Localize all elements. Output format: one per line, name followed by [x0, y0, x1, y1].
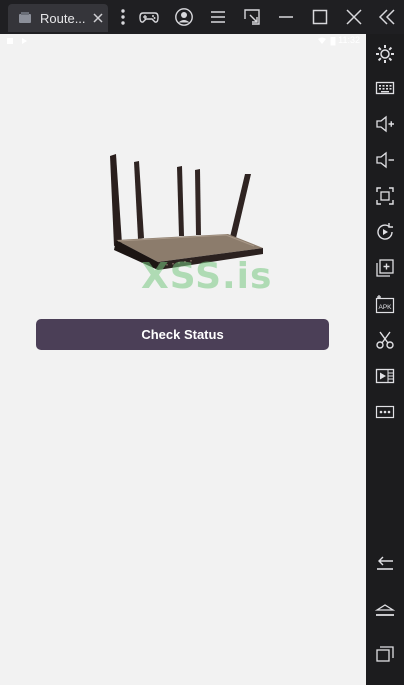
app-icon: [19, 12, 31, 23]
status-bar: 11:32: [0, 34, 366, 48]
play-notification-icon: [22, 38, 27, 44]
fullscreen-icon[interactable]: [375, 186, 395, 206]
wifi-icon: [318, 37, 326, 44]
android-screen: 11:32 XSS.is Check Status: [0, 34, 366, 685]
volume-down-icon[interactable]: [375, 150, 395, 170]
gamepad-icon[interactable]: [139, 7, 159, 27]
status-time: 11:32: [338, 35, 360, 45]
collapse-sidebar-icon[interactable]: [377, 7, 397, 27]
router-image: [110, 154, 263, 270]
video-icon[interactable]: [375, 366, 395, 386]
check-status-button[interactable]: Check Status: [36, 319, 329, 350]
volume-up-icon[interactable]: [375, 114, 395, 134]
recents-icon[interactable]: [375, 644, 395, 664]
apk-label: APK: [378, 304, 392, 311]
maximize-icon[interactable]: [310, 7, 330, 27]
battery-icon: [330, 37, 336, 46]
menu-icon[interactable]: [208, 7, 228, 27]
app-tab[interactable]: Route...: [8, 4, 108, 32]
home-icon[interactable]: [375, 600, 395, 620]
back-icon[interactable]: [375, 555, 395, 575]
close-window-icon[interactable]: [344, 7, 364, 27]
expand-icon[interactable]: [242, 7, 262, 27]
tab-title: Route...: [40, 11, 86, 26]
emulator-sidebar: APK: [366, 34, 404, 685]
more-icon[interactable]: [113, 7, 133, 27]
minimize-icon[interactable]: [276, 7, 296, 27]
notification-icon: [7, 38, 13, 44]
account-icon[interactable]: [174, 7, 194, 27]
settings-icon[interactable]: [375, 44, 395, 64]
scissors-icon[interactable]: [375, 330, 395, 350]
more-dots-icon[interactable]: [375, 402, 395, 422]
add-window-icon[interactable]: [375, 258, 395, 278]
watermark-text: XSS.is: [141, 256, 273, 297]
keyboard-icon[interactable]: [375, 78, 395, 98]
apk-icon[interactable]: APK: [375, 294, 395, 314]
rotate-icon[interactable]: [375, 222, 395, 242]
close-icon[interactable]: [90, 10, 106, 26]
window-titlebar: Route...: [0, 0, 404, 34]
